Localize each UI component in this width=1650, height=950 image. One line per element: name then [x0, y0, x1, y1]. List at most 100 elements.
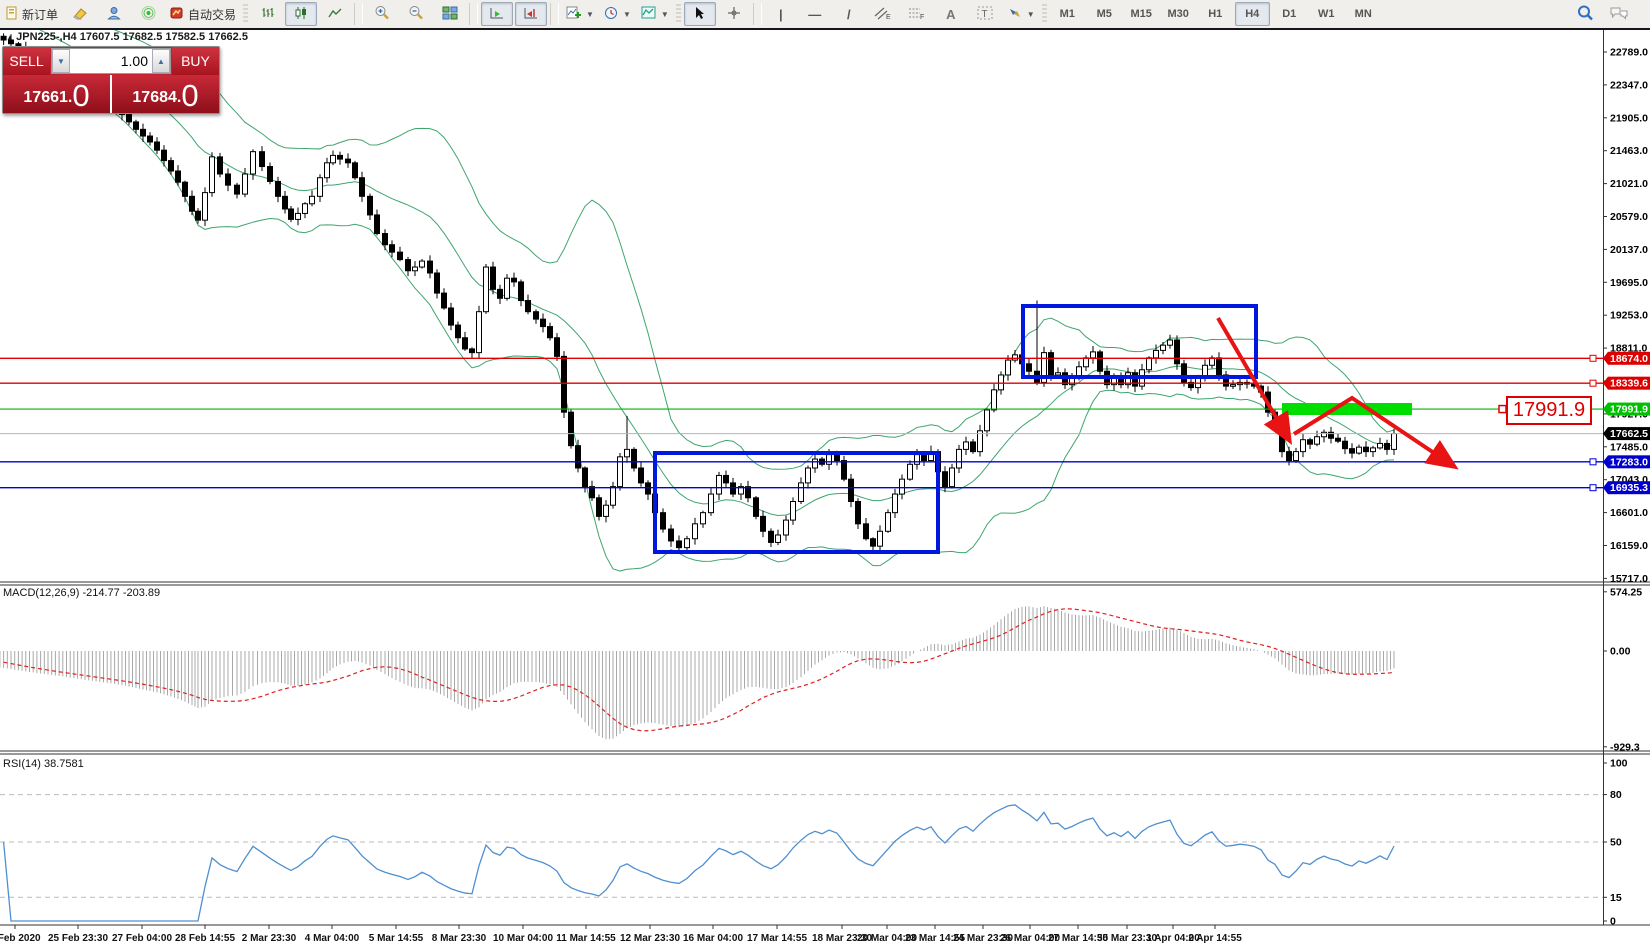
- price-tick-label: 16601.0: [1610, 507, 1648, 519]
- line-handle[interactable]: [1590, 380, 1596, 386]
- chart-shift-button[interactable]: [515, 2, 547, 26]
- indicators-button[interactable]: ▼: [562, 2, 598, 26]
- buy-button[interactable]: BUY: [172, 47, 219, 75]
- vertical-line-button[interactable]: |: [765, 2, 797, 26]
- dropdown-arrow-icon: ▼: [661, 10, 669, 19]
- toolbar-separator: [753, 3, 762, 25]
- eraser-icon: [72, 6, 88, 23]
- arrows-button[interactable]: ▼: [1003, 2, 1039, 26]
- trendline-button[interactable]: /: [833, 2, 865, 26]
- candlestick-button[interactable]: [285, 2, 317, 26]
- tf-m1-button[interactable]: M1: [1050, 2, 1085, 26]
- line-chart-icon: [328, 6, 343, 23]
- svg-text:17991.9: 17991.9: [1610, 404, 1648, 416]
- cursor-icon: [693, 6, 706, 23]
- svg-text:17662.5: 17662.5: [1610, 428, 1648, 440]
- chart-canvas[interactable]: 22789.022347.021905.021463.021021.020579…: [0, 0, 1650, 950]
- rsi-label: RSI(14) 38.7581: [3, 758, 84, 770]
- text-button[interactable]: A: [935, 2, 967, 26]
- channel-button[interactable]: E: [867, 2, 899, 26]
- time-tick-label: 2 Mar 23:30: [242, 933, 297, 944]
- toolbar-separator: [469, 3, 478, 25]
- zoom-out-button[interactable]: [400, 2, 432, 26]
- arrows-icon: [1007, 6, 1023, 23]
- collapse-icon[interactable]: ▲: [6, 33, 16, 42]
- auto-trade-icon: [170, 6, 185, 23]
- chat-button[interactable]: [1603, 2, 1635, 26]
- horizontal-line-icon: —: [808, 8, 821, 21]
- macd-label: MACD(12,26,9) -214.77 -203.89: [3, 587, 160, 599]
- price-tick-label: 22789.0: [1610, 47, 1648, 59]
- cursor-button[interactable]: [684, 2, 716, 26]
- symbol-header: ▲ JPN225-,H4 17607.5 17682.5 17582.5 176…: [6, 31, 248, 43]
- rsi-tick-label: 50: [1610, 837, 1622, 849]
- profile-button[interactable]: [98, 2, 130, 26]
- tf-w1-button[interactable]: W1: [1309, 2, 1344, 26]
- tf-m30-button[interactable]: M30: [1161, 2, 1196, 26]
- search-icon: [1577, 5, 1594, 24]
- new-order-button[interactable]: 新订单: [1, 2, 62, 26]
- search-button[interactable]: [1569, 2, 1601, 26]
- buy-price[interactable]: 17684.0: [112, 75, 219, 113]
- one-click-trading-panel: SELL ▼ ▲ BUY 17661.0 17684.0: [2, 46, 220, 114]
- tf-m15-button[interactable]: M15: [1124, 2, 1159, 26]
- volume-input[interactable]: [70, 49, 152, 73]
- tf-h1-button[interactable]: H1: [1198, 2, 1233, 26]
- line-chart-button[interactable]: [319, 2, 351, 26]
- line-handle[interactable]: [1590, 459, 1596, 465]
- buy-price-int: 17684: [132, 85, 177, 111]
- toolbar-grip: [676, 4, 681, 24]
- zoom-in-button[interactable]: [366, 2, 398, 26]
- bar-chart-button[interactable]: [251, 2, 283, 26]
- templates-button[interactable]: ▼: [637, 2, 673, 26]
- periods-button[interactable]: ▼: [600, 2, 635, 26]
- auto-scroll-button[interactable]: [481, 2, 513, 26]
- crosshair-icon: [727, 6, 741, 23]
- new-order-icon: [5, 6, 19, 23]
- volume-increase-button[interactable]: ▲: [152, 49, 170, 73]
- price-tick-label: 21463.0: [1610, 145, 1648, 157]
- tf-m5-button[interactable]: M5: [1087, 2, 1122, 26]
- price-tag-17662.5: 17662.5: [1603, 427, 1650, 440]
- rsi-tick-label: 80: [1610, 789, 1622, 801]
- time-tick-label: 8 Mar 23:30: [432, 933, 487, 944]
- price-tick-label: 15717.0: [1610, 573, 1648, 585]
- macd-tick-label: 0.00: [1610, 646, 1631, 658]
- ohlc-values: 17607.5 17682.5 17582.5 17662.5: [80, 31, 248, 43]
- tf-h4-button[interactable]: H4: [1235, 2, 1270, 26]
- tile-windows-icon: [442, 6, 458, 23]
- price-tick-label: 20137.0: [1610, 244, 1648, 256]
- line-handle[interactable]: [1590, 485, 1596, 491]
- fibonacci-icon: F: [908, 6, 925, 23]
- rsi-tick-label: 100: [1610, 758, 1628, 770]
- eraser-button[interactable]: [64, 2, 96, 26]
- price-target-annotation[interactable]: 17991.9: [1506, 396, 1592, 425]
- crosshair-button[interactable]: [718, 2, 750, 26]
- rsi-tick-label: 15: [1610, 892, 1622, 904]
- svg-text:18674.0: 18674.0: [1610, 353, 1648, 365]
- auto-trade-button[interactable]: 自动交易: [166, 2, 240, 26]
- price-tag-17991.9: 17991.9: [1603, 403, 1650, 416]
- toolbar-separator: [550, 3, 559, 25]
- horizontal-line-button[interactable]: —: [799, 2, 831, 26]
- sell-price[interactable]: 17661.0: [3, 75, 112, 113]
- signal-button[interactable]: [132, 2, 164, 26]
- price-tick-label: 21021.0: [1610, 178, 1648, 190]
- time-tick-label: 16 Mar 04:00: [683, 933, 743, 944]
- line-handle[interactable]: [1590, 355, 1596, 361]
- price-tag-18339.6: 18339.6: [1603, 377, 1650, 390]
- svg-text:T: T: [981, 9, 987, 20]
- fibonacci-button[interactable]: F: [901, 2, 933, 26]
- time-tick-label: 5 Mar 14:55: [369, 933, 424, 944]
- annotation-anchor[interactable]: [1499, 406, 1506, 413]
- price-tag-16935.3: 16935.3: [1603, 481, 1650, 494]
- toolbar-grip: [243, 4, 248, 24]
- resistance-zone[interactable]: [1282, 403, 1412, 415]
- tf-mn-button[interactable]: MN: [1346, 2, 1381, 26]
- tf-d1-button[interactable]: D1: [1272, 2, 1307, 26]
- text-label-button[interactable]: T: [969, 2, 1001, 26]
- volume-decrease-button[interactable]: ▼: [52, 49, 70, 73]
- price-tick-label: 17485.0: [1610, 441, 1648, 453]
- sell-button[interactable]: SELL: [3, 47, 50, 75]
- tile-windows-button[interactable]: [434, 2, 466, 26]
